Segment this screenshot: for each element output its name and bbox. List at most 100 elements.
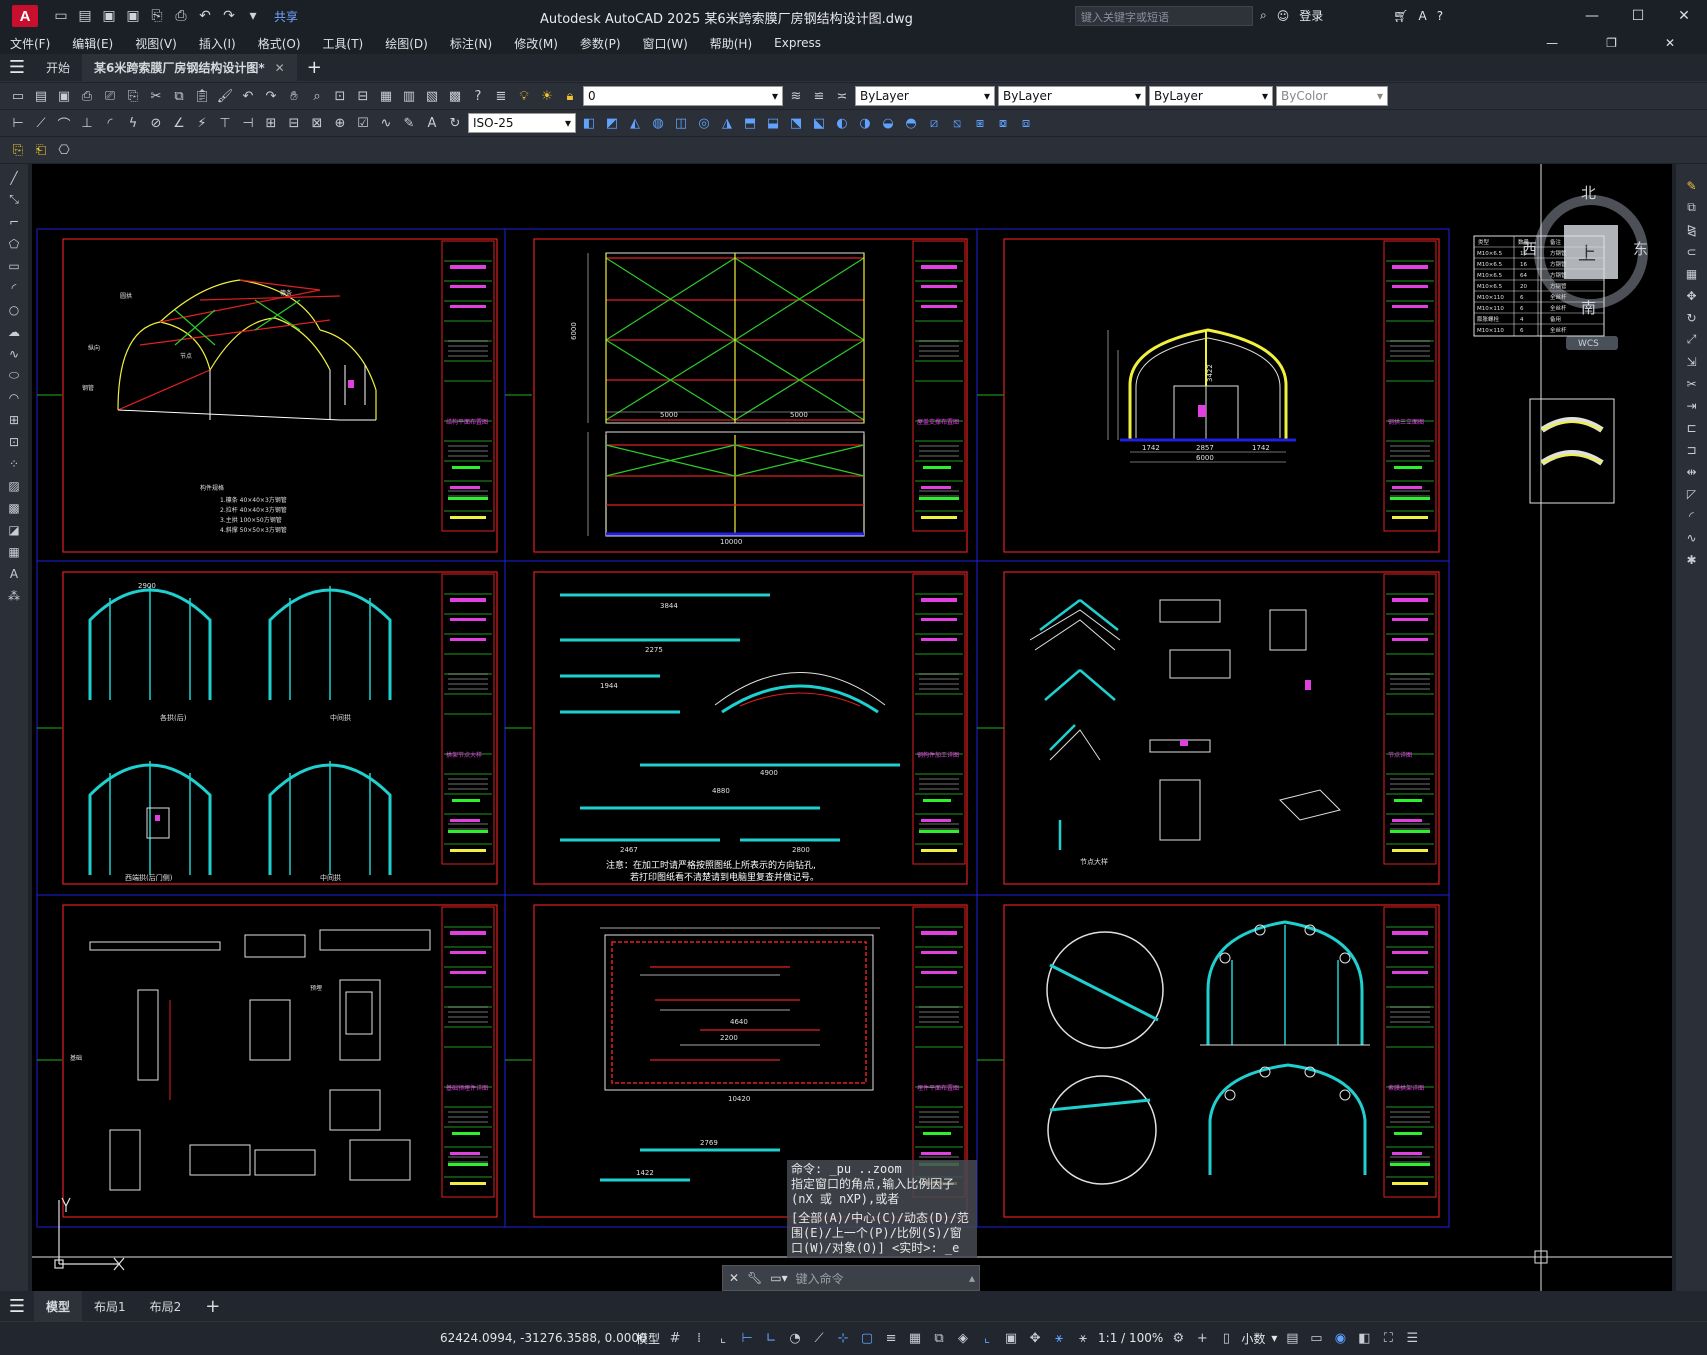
layer-freeze-icon[interactable]: ☀: [537, 86, 557, 106]
presspull-icon[interactable]: ◓: [901, 113, 921, 133]
plotstyle-dropdown[interactable]: ByColor ▾: [1276, 86, 1388, 106]
image-clip-icon[interactable]: ⎗: [31, 140, 51, 160]
chevron-down-icon[interactable]: ▾: [1271, 1331, 1277, 1345]
units-icon[interactable]: ▯: [1217, 1328, 1235, 1348]
paste-icon[interactable]: 📋︎: [192, 86, 212, 106]
isodraft-icon[interactable]: ⟋: [810, 1328, 828, 1348]
extrude-icon[interactable]: ⬒: [740, 113, 760, 133]
offset-icon[interactable]: ⊂: [1682, 242, 1702, 261]
insert-block-icon[interactable]: ⊞: [4, 410, 24, 429]
menu-help[interactable]: 帮助(H): [710, 35, 752, 52]
menu-express[interactable]: Express: [774, 36, 821, 50]
cylinder-icon[interactable]: ◫: [671, 113, 691, 133]
flatshot-icon[interactable]: ⧈: [1016, 113, 1036, 133]
login-button[interactable]: 登录: [1299, 7, 1323, 24]
units-dropdown[interactable]: 小数: [1241, 1330, 1265, 1347]
copy-object-icon[interactable]: ⧉: [1682, 198, 1702, 217]
object-snap-tracking-icon[interactable]: ⊹: [834, 1328, 852, 1348]
mirror-icon[interactable]: ⧎: [1682, 220, 1702, 239]
menu-dimension[interactable]: 标注(N): [450, 35, 492, 52]
menu-view[interactable]: 视图(V): [135, 35, 177, 52]
layer-state-icon[interactable]: ≍: [832, 86, 852, 106]
array-icon[interactable]: ▦: [1682, 264, 1702, 283]
command-input[interactable]: 键入命令: [796, 1270, 844, 1287]
baseline-dim-icon[interactable]: ⊤: [215, 113, 235, 133]
model-space-button[interactable]: 模型: [636, 1330, 660, 1347]
color-dropdown[interactable]: ByLayer ▾: [855, 86, 995, 106]
customization-icon[interactable]: ☰: [1403, 1328, 1421, 1348]
object-snap-icon[interactable]: ▢: [858, 1328, 876, 1348]
lineweight-icon[interactable]: ≡: [882, 1328, 900, 1348]
torus-icon[interactable]: ◎: [694, 113, 714, 133]
pan-icon[interactable]: ✋︎: [284, 86, 304, 106]
aligned-dim-icon[interactable]: ⟋: [31, 113, 51, 133]
blend-icon[interactable]: ∿: [1682, 528, 1702, 547]
hatch-icon[interactable]: ▨: [4, 476, 24, 495]
redo-icon[interactable]: ↷: [220, 7, 238, 25]
selection-filter-icon[interactable]: ▣: [1002, 1328, 1020, 1348]
tab-layout1[interactable]: 布局1: [82, 1291, 138, 1321]
mtext-icon[interactable]: A: [4, 564, 24, 583]
save-tb-icon[interactable]: ▣: [54, 86, 74, 106]
ortho-icon[interactable]: ∟: [762, 1328, 780, 1348]
union-icon[interactable]: ◐: [832, 113, 852, 133]
revolve-icon[interactable]: ⬓: [763, 113, 783, 133]
polygon-icon[interactable]: ⬠: [4, 234, 24, 253]
cmdline-expand-icon[interactable]: ▴: [969, 1271, 975, 1285]
publish-tb-icon[interactable]: ⎘: [123, 86, 143, 106]
add-selected-icon[interactable]: ⁂: [4, 586, 24, 605]
close-window-button[interactable]: ✕: [1661, 0, 1707, 32]
tool-palettes-icon[interactable]: ▧: [422, 86, 442, 106]
properties-icon[interactable]: ▦: [376, 86, 396, 106]
menu-file[interactable]: 文件(F): [10, 35, 50, 52]
help-tb-icon[interactable]: ?: [468, 86, 488, 106]
cut-icon[interactable]: ✂: [146, 86, 166, 106]
coordinates-readout[interactable]: 62424.0994, -31276.3588, 0.0000: [440, 1331, 647, 1345]
minimize-button[interactable]: —: [1569, 0, 1615, 32]
match-properties-icon[interactable]: 🖌︎: [215, 86, 235, 106]
new-tab-button[interactable]: +: [307, 57, 322, 78]
plot-icon[interactable]: ⎙: [77, 86, 97, 106]
add-layout-button[interactable]: +: [193, 1291, 232, 1321]
infer-constraints-icon[interactable]: ⌞: [714, 1328, 732, 1348]
menu-modify[interactable]: 修改(M): [514, 35, 558, 52]
inspection-icon[interactable]: ☑: [353, 113, 373, 133]
wcs-menu[interactable]: WCS: [1578, 339, 1599, 349]
sphere-icon[interactable]: ◍: [648, 113, 668, 133]
break-icon[interactable]: ⊐: [1682, 440, 1702, 459]
spline-icon[interactable]: ∿: [4, 344, 24, 363]
menu-hamburger-icon[interactable]: ☰: [0, 57, 34, 78]
quick-properties-icon[interactable]: ▤: [1283, 1328, 1301, 1348]
new-file-icon[interactable]: ▭: [52, 7, 70, 25]
lineweight-dropdown[interactable]: ByLayer ▾: [1149, 86, 1273, 106]
stretch-icon[interactable]: ⇲: [1682, 352, 1702, 371]
menu-format[interactable]: 格式(O): [258, 35, 301, 52]
menu-edit[interactable]: 编辑(E): [72, 35, 113, 52]
dim-update-icon[interactable]: ↻: [445, 113, 465, 133]
close-tab-icon[interactable]: ✕: [275, 61, 285, 75]
autodesk-a360-icon[interactable]: A: [1419, 9, 1427, 23]
rotate-icon[interactable]: ↻: [1682, 308, 1702, 327]
qnew-icon[interactable]: ▭: [8, 86, 28, 106]
layout-menu-icon[interactable]: ☰: [0, 1296, 34, 1317]
zoom-window-icon[interactable]: ⊡: [330, 86, 350, 106]
thicken-icon[interactable]: ⧅: [947, 113, 967, 133]
search-input[interactable]: 键入关键字或短语: [1075, 6, 1253, 26]
recent-commands-icon[interactable]: ▭▾: [770, 1271, 787, 1285]
dimstyle-dropdown[interactable]: ISO-25 ▾: [468, 113, 576, 133]
quick-dim-icon[interactable]: ⚡: [192, 113, 212, 133]
scale-icon[interactable]: ⤢: [1682, 330, 1702, 349]
zoom-previous-icon[interactable]: ⊟: [353, 86, 373, 106]
tab-model[interactable]: 模型: [34, 1291, 83, 1321]
extend-icon[interactable]: ⇥: [1682, 396, 1702, 415]
tab-layout2[interactable]: 布局2: [138, 1291, 194, 1321]
polyline-icon[interactable]: ⌐: [4, 212, 24, 231]
interfere-icon[interactable]: ⧆: [970, 113, 990, 133]
make-block-icon[interactable]: ⊡: [4, 432, 24, 451]
table-icon[interactable]: ▦: [4, 542, 24, 561]
user-icon[interactable]: ☺: [1277, 9, 1290, 23]
copy-icon[interactable]: ⧉: [169, 86, 189, 106]
customize-cmdline-icon[interactable]: 🔧︎: [747, 1271, 762, 1285]
angular-dim-icon[interactable]: ∠: [169, 113, 189, 133]
gizmo-icon[interactable]: ✥: [1026, 1328, 1044, 1348]
